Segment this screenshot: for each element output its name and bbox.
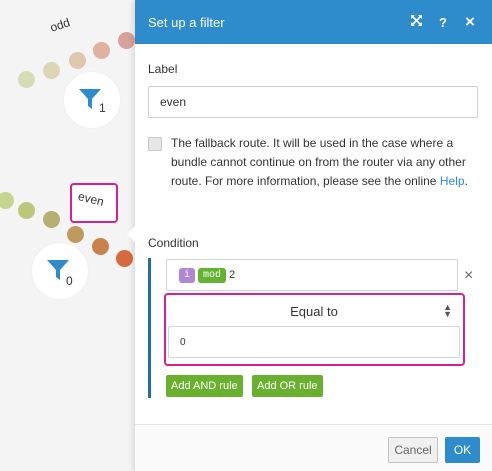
filter-panel: Set up a filter ? × Label The fallback r… bbox=[127, 0, 492, 471]
label-input[interactable] bbox=[148, 86, 478, 118]
condition-value-input[interactable]: 0 bbox=[168, 326, 460, 358]
function-pill[interactable]: mod bbox=[198, 267, 227, 283]
fallback-checkbox[interactable] bbox=[148, 137, 162, 151]
filter-number: 0 bbox=[66, 274, 73, 288]
panel-pointer bbox=[127, 226, 135, 242]
operand-argument: 2 bbox=[229, 269, 236, 281]
route-dot bbox=[43, 211, 60, 228]
add-or-rule-button[interactable]: Add OR rule bbox=[252, 375, 323, 397]
cancel-button[interactable]: Cancel bbox=[388, 437, 438, 463]
label-field-title: Label bbox=[148, 62, 178, 76]
close-icon[interactable]: × bbox=[460, 12, 480, 32]
condition-group-bar bbox=[148, 258, 151, 398]
filter-node-even[interactable]: 0 bbox=[32, 243, 88, 299]
variable-pill[interactable]: i bbox=[179, 267, 196, 283]
remove-condition-icon[interactable]: × bbox=[464, 268, 473, 284]
route-dot bbox=[93, 42, 110, 59]
panel-header: Set up a filter ? × bbox=[135, 0, 492, 44]
route-dot bbox=[116, 250, 133, 267]
sort-caret-icon: ▲ ▼ bbox=[443, 302, 452, 319]
route-dot bbox=[43, 62, 60, 79]
condition-title: Condition bbox=[148, 236, 199, 250]
route-label-odd[interactable]: odd bbox=[48, 15, 71, 35]
route-dot bbox=[0, 192, 14, 209]
fallback-text: The fallback route. It will be used in t… bbox=[171, 136, 466, 188]
route-dot bbox=[118, 32, 135, 49]
ok-button[interactable]: OK bbox=[445, 437, 480, 463]
route-label-text: even bbox=[76, 189, 106, 209]
route-dot bbox=[18, 202, 35, 219]
scenario-canvas[interactable]: odd 1 even 0 bbox=[0, 0, 140, 471]
fallback-option: The fallback route. It will be used in t… bbox=[148, 136, 478, 191]
route-dot bbox=[92, 238, 109, 255]
help-link[interactable]: Help bbox=[440, 174, 465, 188]
route-dot bbox=[18, 71, 35, 88]
operator-select[interactable]: Equal to ▲ ▼ bbox=[168, 297, 460, 325]
route-dot bbox=[67, 226, 84, 243]
condition-value: 0 bbox=[180, 336, 186, 348]
filter-number: 1 bbox=[99, 101, 106, 115]
route-dot bbox=[69, 52, 86, 69]
expand-icon[interactable] bbox=[406, 14, 426, 30]
panel-footer: Cancel OK bbox=[135, 424, 492, 471]
add-and-rule-button[interactable]: Add AND rule bbox=[166, 375, 243, 397]
route-label-even[interactable]: even bbox=[70, 183, 118, 223]
panel-title: Set up a filter bbox=[148, 14, 225, 30]
help-icon[interactable]: ? bbox=[433, 15, 453, 30]
filter-node-odd[interactable]: 1 bbox=[64, 72, 120, 128]
condition-operand-field[interactable]: i mod 2 bbox=[166, 259, 458, 291]
operator-highlight: Equal to ▲ ▼ 0 bbox=[164, 293, 465, 366]
operator-value: Equal to bbox=[290, 303, 338, 319]
fallback-period: . bbox=[464, 174, 468, 188]
fallback-description: The fallback route. It will be used in t… bbox=[171, 134, 478, 191]
